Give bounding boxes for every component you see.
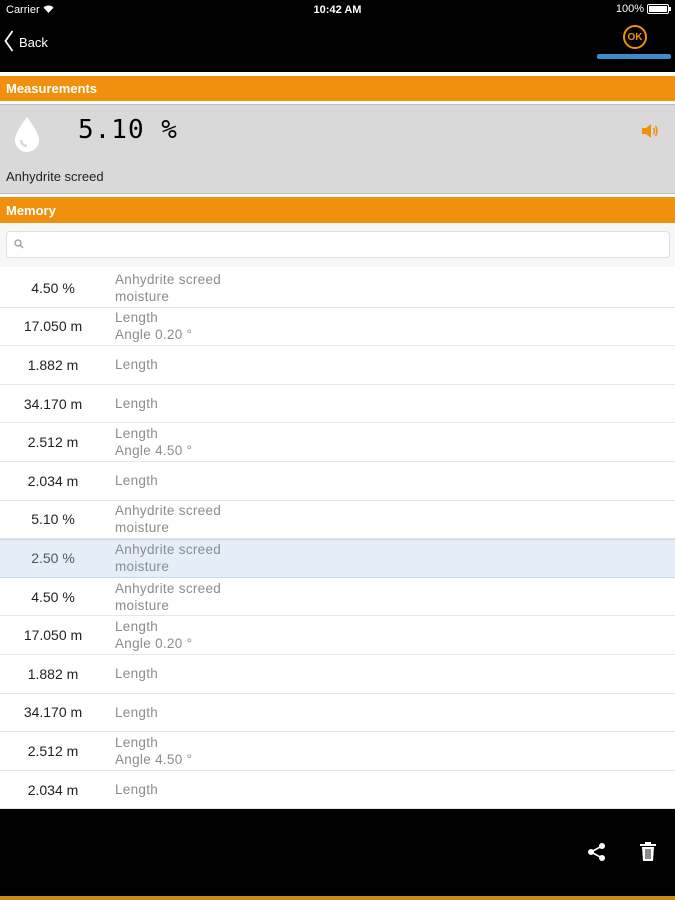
memory-title: Memory [6, 202, 56, 218]
item-value: 4.50 % [31, 279, 75, 296]
measurements-title: Measurements [6, 81, 98, 96]
water-drop-icon [12, 115, 42, 158]
measurement-panel: 5.10 % Anhydrite screed [0, 104, 675, 194]
list-item[interactable]: 1.882 m Length [0, 654, 675, 694]
item-value: 17.050 m [23, 318, 83, 335]
speaker-icon[interactable] [641, 123, 659, 144]
item-description: Length Angle 4.50 ° [115, 732, 192, 770]
clock: 10:42 AM [313, 4, 362, 16]
item-value: 2.034 m [27, 472, 79, 489]
item-description: Anhydrite screed moisture [115, 578, 221, 616]
trash-icon [640, 842, 656, 865]
search-input[interactable] [28, 232, 669, 257]
item-value: 17.050 m [23, 627, 83, 644]
list-item[interactable]: 4.50 % Anhydrite screed moisture [0, 577, 675, 617]
item-type: Length [115, 666, 159, 682]
bottom-toolbar [0, 809, 675, 900]
list-item[interactable]: 2.512 m Length Angle 4.50 ° [0, 732, 675, 771]
battery-status: 100% [615, 3, 671, 15]
item-type: Length [115, 704, 159, 720]
measurement-material: Anhydrite screed [6, 169, 104, 184]
list-item[interactable]: 2.034 m Length [0, 770, 675, 810]
item-value: 2.512 m [27, 434, 79, 451]
back-label: Back [19, 35, 48, 50]
ok-label: OK [627, 31, 643, 43]
list-item[interactable]: 2.512 m Length Angle 4.50 ° [0, 423, 675, 462]
item-type: Length [115, 426, 159, 442]
item-type: Anhydrite screed [115, 580, 222, 596]
item-type: Length [115, 619, 159, 635]
item-description: Length [115, 462, 158, 500]
item-detail: Angle 0.20 ° [115, 327, 193, 343]
item-description: Length Angle 0.20 ° [115, 308, 192, 346]
share-button[interactable] [587, 842, 607, 867]
item-value: 2.50 % [31, 550, 75, 567]
item-value: 4.50 % [31, 588, 75, 605]
memory-list: 4.50 % Anhydrite screed moisture 17.050 m Le… [0, 269, 675, 810]
chevron-left-icon [4, 30, 14, 55]
item-description: Length Angle 4.50 ° [115, 423, 192, 461]
item-type: Length [115, 473, 159, 489]
item-type: Anhydrite screed [115, 271, 222, 287]
item-description: Length [115, 694, 158, 732]
measurement-value: 5.10 % [78, 115, 178, 145]
item-type: Length [115, 734, 159, 750]
search-icon [14, 236, 24, 254]
item-description: Length [115, 346, 158, 384]
item-description: Length [115, 771, 158, 809]
delete-button[interactable] [640, 842, 656, 866]
item-detail: Angle 4.50 ° [115, 443, 193, 459]
list-item[interactable]: 17.050 m Length Angle 0.20 ° [0, 616, 675, 655]
memory-header: Memory [0, 197, 675, 223]
item-value: 2.512 m [27, 742, 79, 759]
search-bar [0, 223, 675, 267]
item-detail: moisture [115, 288, 170, 304]
ok-button[interactable]: OK [623, 25, 647, 49]
item-type: Anhydrite screed [115, 542, 222, 558]
item-value: 1.882 m [27, 356, 79, 373]
back-button[interactable]: Back [4, 30, 48, 55]
item-description: Anhydrite screed moisture [115, 501, 221, 539]
share-icon [587, 843, 607, 866]
item-value: 1.882 m [27, 665, 79, 682]
item-detail: moisture [115, 597, 170, 613]
measurements-header: Measurements [0, 76, 675, 101]
list-item[interactable]: 5.10 % Anhydrite screed moisture [0, 500, 675, 540]
item-type: Length [115, 782, 159, 798]
battery-percent: 100% [615, 3, 644, 15]
item-detail: moisture [115, 559, 170, 575]
list-item[interactable]: 1.882 m Length [0, 346, 675, 385]
search-field[interactable] [6, 231, 670, 258]
bottom-accent-line [0, 896, 675, 900]
item-description: Length [115, 385, 158, 423]
list-item[interactable]: 34.170 m Length [0, 384, 675, 424]
list-item[interactable]: 34.170 m Length [0, 693, 675, 733]
item-description: Anhydrite screed moisture [115, 269, 221, 307]
item-type: Length [115, 396, 159, 412]
item-value: 2.034 m [27, 781, 79, 798]
list-item[interactable]: 4.50 % Anhydrite screed moisture [0, 269, 675, 308]
item-type: Anhydrite screed [115, 503, 222, 519]
top-bar: Carrier 10:42 AM 100% Back OK [0, 0, 675, 72]
item-value: 34.170 m [23, 704, 83, 721]
item-description: Length [115, 655, 158, 693]
list-item[interactable]: 2.034 m Length [0, 461, 675, 501]
connection-bar [597, 54, 671, 59]
battery-icon [647, 4, 671, 14]
item-value: 5.10 % [31, 511, 75, 528]
item-detail: Angle 4.50 ° [115, 751, 193, 767]
item-detail: Angle 0.20 ° [115, 636, 193, 652]
list-item[interactable]: 2.50 % Anhydrite screed moisture [0, 539, 675, 578]
list-item[interactable]: 17.050 m Length Angle 0.20 ° [0, 307, 675, 347]
item-value: 34.170 m [23, 395, 83, 412]
status-bar: Carrier 10:42 AM 100% [0, 0, 675, 20]
item-type: Length [115, 357, 159, 373]
item-description: Length Angle 0.20 ° [115, 616, 192, 654]
item-detail: moisture [115, 520, 170, 536]
item-description: Anhydrite screed moisture [115, 540, 221, 577]
item-type: Length [115, 310, 159, 326]
